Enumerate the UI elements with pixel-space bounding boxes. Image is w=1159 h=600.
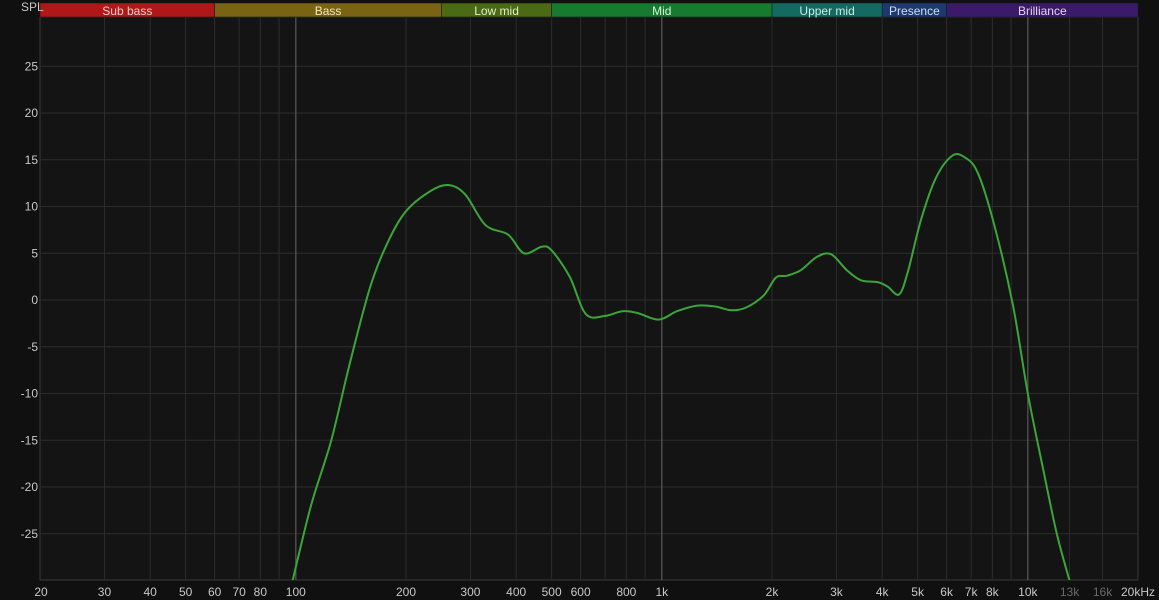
x-tick-label: 800 [616,585,636,599]
band-label: Sub bass [102,4,152,18]
x-tick-label: 500 [542,585,562,599]
band-label: Presence [889,4,940,18]
x-tick-label: 30 [98,585,112,599]
band-label: Bass [315,4,342,18]
x-tick-label: 70 [232,585,246,599]
y-tick-label: 20 [25,106,39,120]
x-tick-label: 7k [965,585,979,599]
y-tick-label: 15 [25,153,39,167]
x-tick-label: 40 [143,585,157,599]
band-label: Mid [652,4,671,18]
plot-area [39,16,1139,581]
x-tick-label: 20 [34,585,48,599]
y-tick-label: -25 [21,527,39,541]
band-label: Brilliance [1018,4,1067,18]
x-axis: 20 30 40 50 60 70 80 100 200 300 400 500 600 800 1k 2k 3… [34,585,1155,599]
x-tick-label: 60 [208,585,222,599]
x-tick-label: 1k [655,585,669,599]
x-tick-label: 300 [460,585,480,599]
x-tick-label: 80 [254,585,268,599]
x-tick-label: 200 [396,585,416,599]
frequency-response-chart: Sub bass Bass Low mid Mid Upper mid Presence B… [21,0,1155,599]
y-tick-label: -15 [21,433,39,447]
x-tick-label: 4k [876,585,890,599]
y-tick-label: -10 [21,387,39,401]
y-tick-label: 5 [31,246,38,260]
x-tick-label: 8k [986,585,1000,599]
x-tick-label: 6k [940,585,954,599]
y-tick-label: 0 [31,293,38,307]
x-tick-label: 20kHz [1121,585,1155,599]
y-tick-label: 25 [25,59,39,73]
x-tick-label: 13k [1060,585,1080,599]
x-tick-label: 2k [766,585,780,599]
y-axis: 25 20 15 10 5 0 -5 -10 -15 -20 -25 [21,59,39,541]
frequency-band-bar: Sub bass Bass Low mid Mid Upper mid Presence B… [39,2,1139,18]
x-tick-label: 10k [1018,585,1038,599]
y-tick-label: -5 [27,340,38,354]
x-tick-label: 600 [571,585,591,599]
x-tick-label: 400 [506,585,526,599]
x-tick-label: 5k [911,585,925,599]
x-tick-label: 16k [1093,585,1113,599]
x-tick-label: 100 [286,585,306,599]
band-label: Upper mid [799,4,854,18]
y-tick-label: 10 [25,200,39,214]
band-label: Low mid [474,4,519,18]
x-tick-label: 3k [830,585,844,599]
x-tick-label: 50 [179,585,193,599]
y-tick-label: -20 [21,480,39,494]
y-axis-label: SPL [21,0,44,14]
